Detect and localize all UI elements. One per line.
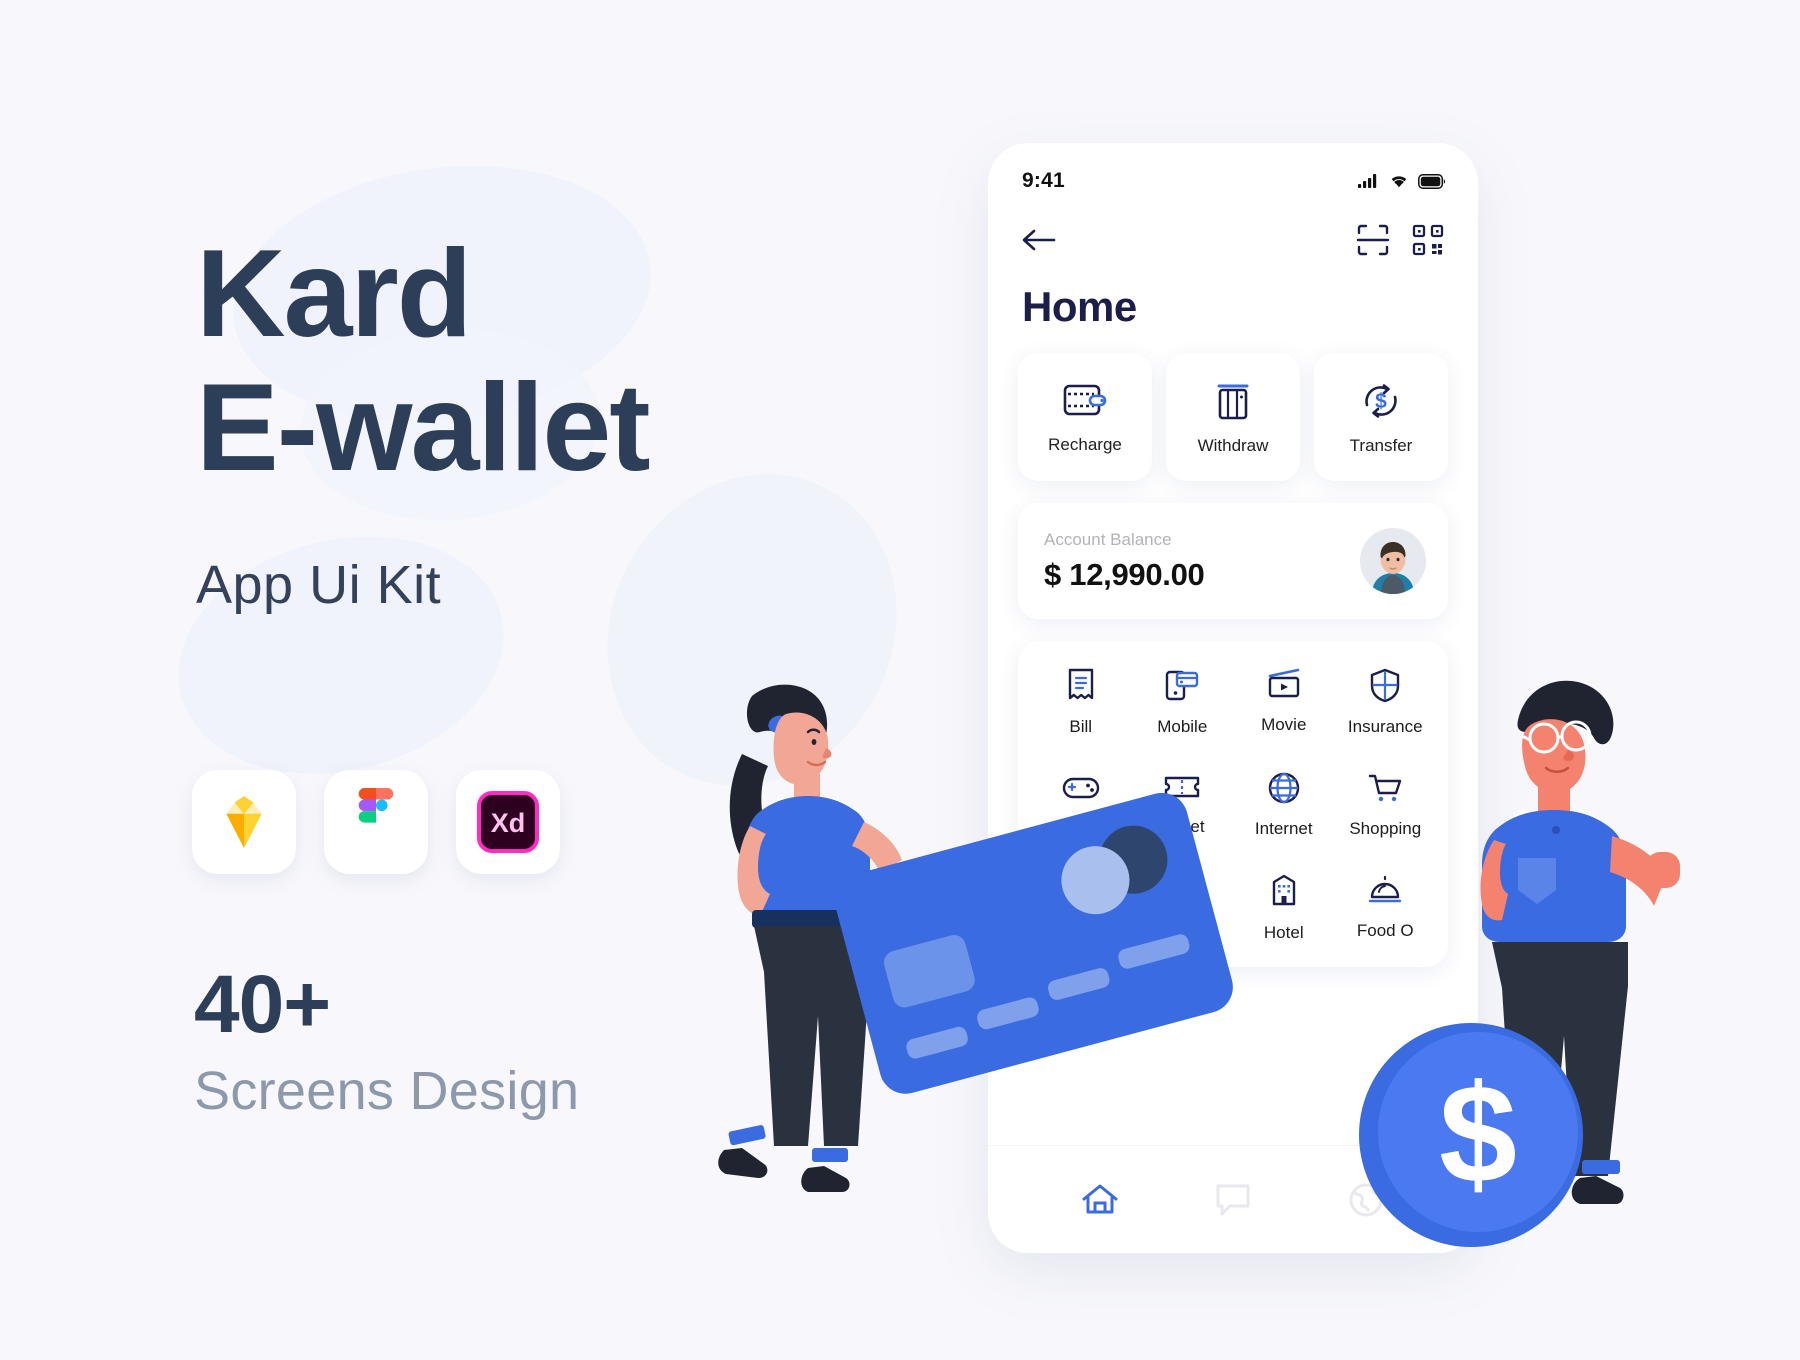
service-label: Movie [1261, 715, 1307, 734]
service-label: Insurance [1347, 717, 1423, 736]
chat-bubble-icon [1216, 1184, 1250, 1215]
hero-title-line2: E-wallet [196, 358, 651, 497]
home-icon [1082, 1184, 1118, 1213]
status-bar: 9:41 [988, 143, 1478, 201]
service-bill[interactable]: Bill [1030, 667, 1132, 737]
mobile-payment-icon [1166, 670, 1199, 701]
service-label: Internet [1254, 819, 1313, 838]
action-transfer[interactable]: $ Transfer [1314, 353, 1448, 481]
quick-actions: Recharge Withdraw $ Transfer [988, 331, 1478, 481]
service-food-order[interactable]: Food O [1335, 873, 1437, 943]
nav-home[interactable] [1034, 1181, 1167, 1219]
battery-icon [1418, 173, 1446, 189]
receipt-icon [1068, 668, 1093, 700]
svg-text:Xd: Xd [491, 808, 526, 838]
service-label: Bill [1069, 717, 1093, 736]
app-bar [988, 201, 1478, 257]
service-shopping[interactable]: Shopping [1335, 771, 1437, 839]
service-insurance[interactable]: Insurance [1335, 667, 1437, 737]
back-arrow-icon[interactable] [1022, 227, 1056, 253]
adobe-xd-icon: Xd [477, 791, 539, 853]
wallet-icon [1063, 384, 1107, 415]
qr-code-icon[interactable] [1412, 224, 1444, 256]
action-label: Transfer [1349, 435, 1413, 455]
shopping-cart-icon [1369, 774, 1402, 802]
tool-sketch[interactable] [192, 770, 296, 874]
tool-logos: Xd [192, 770, 560, 874]
service-label: Shopping [1349, 819, 1422, 838]
action-label: Recharge [1048, 434, 1122, 454]
screen-count-label: Screens Design [194, 1061, 580, 1121]
globe-icon [1268, 772, 1299, 804]
svg-text:$: $ [1439, 1055, 1517, 1212]
nav-chat[interactable] [1167, 1182, 1300, 1218]
tool-adobe-xd[interactable]: Xd [456, 770, 560, 874]
movie-clapper-icon [1268, 668, 1300, 698]
status-time: 9:41 [1022, 169, 1065, 192]
action-recharge[interactable]: Recharge [1018, 353, 1152, 481]
screen-count: 40+ [194, 959, 331, 1050]
service-internet[interactable]: Internet [1233, 771, 1335, 839]
balance-card[interactable]: Account Balance $ 12,990.00 [1018, 503, 1448, 619]
service-label: Hotel [1263, 923, 1304, 942]
service-label: Food O [1356, 921, 1414, 940]
credit-card-graphic [834, 792, 1233, 1094]
hero-title-line1: Kard [196, 225, 473, 363]
hotel-icon [1272, 874, 1295, 906]
card-icon [1217, 384, 1249, 419]
transfer-dollar-icon: $ [1365, 383, 1397, 418]
svg-text:$: $ [1375, 390, 1387, 413]
balance-label: Account Balance [1044, 529, 1172, 549]
blue-credit-card-illustration [826, 772, 1246, 1132]
dollar-coin-illustration: $ [1356, 1020, 1591, 1250]
wifi-icon [1391, 176, 1407, 188]
avatar[interactable] [1360, 528, 1426, 594]
balance-amount: $ 12,990.00 [1044, 556, 1205, 592]
hero-text-block: Kard E-wallet App Ui Kit [196, 225, 836, 616]
shield-icon [1371, 668, 1400, 703]
coin-graphic: $ [1359, 1023, 1583, 1247]
sketch-icon [226, 796, 262, 848]
page-title: Home [1022, 283, 1137, 330]
poster-canvas: Kard E-wallet App Ui Kit Xd 40+ Screens … [0, 0, 1800, 1360]
service-hotel[interactable]: Hotel [1233, 873, 1335, 943]
scan-icon[interactable] [1356, 223, 1390, 257]
figma-icon [358, 788, 394, 823]
signal-icon [1358, 174, 1377, 188]
tool-figma[interactable] [324, 770, 428, 874]
service-mobile[interactable]: Mobile [1132, 667, 1234, 737]
food-service-icon [1369, 875, 1402, 903]
action-withdraw[interactable]: Withdraw [1166, 353, 1300, 481]
hero-subtitle: App Ui Kit [196, 554, 442, 615]
service-movie[interactable]: Movie [1233, 667, 1335, 737]
service-label: Mobile [1157, 717, 1208, 736]
user-avatar-image [1360, 528, 1426, 594]
action-label: Withdraw [1197, 435, 1269, 455]
